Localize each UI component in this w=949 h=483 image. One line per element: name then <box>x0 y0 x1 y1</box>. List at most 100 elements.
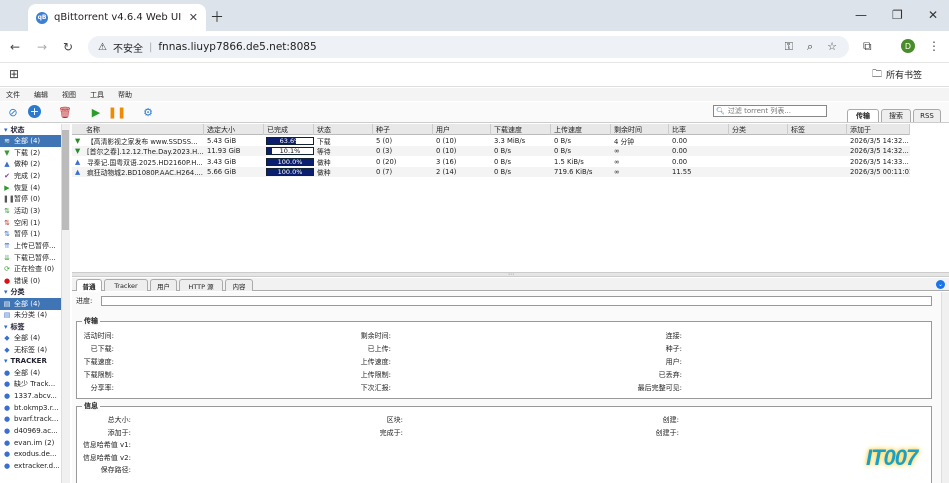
column-header-12[interactable]: 添加于 <box>847 124 910 135</box>
menu-tools[interactable]: 工具 <box>90 90 104 100</box>
sidebar-category-item-0[interactable]: ▤ 全部 (4) <box>0 297 61 310</box>
sidebar-tracker-item-3[interactable]: ● bt.okmp3.r... <box>0 402 61 414</box>
detail-tab-0[interactable]: 普通 <box>76 279 102 291</box>
cell-ratio: 11.55 <box>672 167 692 176</box>
column-header-11[interactable]: 标签 <box>788 124 847 135</box>
sidebar-scroll-thumb[interactable] <box>62 130 69 230</box>
torrent-state-icon: ▲ <box>75 157 81 166</box>
minimize-icon[interactable]: — <box>855 8 867 22</box>
splitter-grip-icon[interactable]: ⋯ <box>508 271 514 278</box>
column-header-2[interactable]: 已完成 <box>264 124 314 135</box>
tab-transfers[interactable]: 传输 <box>847 109 879 122</box>
pause-icon[interactable]: ❚❚ <box>108 105 126 119</box>
cell-dl: 0 B/s <box>494 147 511 156</box>
extensions-icon[interactable]: ⧉ <box>863 39 872 54</box>
add-torrent-icon[interactable]: + <box>28 105 41 118</box>
column-header-7[interactable]: 上传速度 <box>551 124 611 135</box>
sidebar-status-item-icon: ▶ <box>4 183 10 192</box>
menu-file[interactable]: 文件 <box>6 90 20 100</box>
cell-tags <box>788 136 847 146</box>
column-header-5[interactable]: 用户 <box>433 124 491 135</box>
separator: | <box>148 41 153 53</box>
reload-icon[interactable]: ↻ <box>63 40 73 54</box>
menu-kebab-icon[interactable]: ⋮ <box>928 39 940 53</box>
cell-seeds: 5 (0) <box>376 137 393 145</box>
star-icon[interactable]: ☆ <box>827 40 837 54</box>
sidebar-tracker-item-icon: ● <box>3 415 11 424</box>
bookmarks-bar <box>0 63 949 87</box>
cell-eta: ∞ <box>614 167 620 176</box>
detail-label: 信息哈希值 v2: <box>82 453 131 462</box>
column-header-6[interactable]: 下载速度 <box>491 124 551 135</box>
tab-title: qBittorrent v4.6.4 Web UI <box>54 12 182 23</box>
restore-icon[interactable]: ❐ <box>892 8 903 22</box>
status-header[interactable]: ▾ 状态 <box>0 124 70 135</box>
sidebar-category-item-1[interactable]: ▤ 未分类 (4) <box>0 310 61 322</box>
detail-tab-2[interactable]: 用户 <box>150 279 177 291</box>
column-header-8[interactable]: 剩余时间 <box>611 124 669 135</box>
category-header[interactable]: ▾ 分类 <box>0 287 70 298</box>
sidebar-status-item-9[interactable]: ⇈ 上传已暂停... <box>0 240 61 252</box>
column-header-0[interactable]: 名称 <box>72 124 204 135</box>
detail-tab-1[interactable]: Tracker <box>104 279 148 291</box>
omnibox[interactable]: ⚠ 不安全 | fnnas.liuyp7866.de5.net:8085 ⚿ ⌕… <box>88 36 849 58</box>
cell-size: 3.43 GiB <box>207 157 237 166</box>
detail-tab-4[interactable]: 内容 <box>225 279 253 291</box>
column-header-1[interactable]: 选定大小 <box>204 124 264 135</box>
browser-tab[interactable]: qB qBittorrent v4.6.4 Web UI ✕ <box>28 4 206 31</box>
sidebar-status-item-icon: ⇅ <box>4 230 10 239</box>
sidebar-status-item-6[interactable]: ⇅ 活动 (3) <box>0 205 61 217</box>
back-icon[interactable]: ← <box>10 40 20 54</box>
sidebar-status-item-11[interactable]: ⟳ 正在检查 (0) <box>0 264 61 276</box>
close-window-icon[interactable]: ✕ <box>928 8 938 22</box>
cell-eta: ∞ <box>614 157 620 166</box>
column-header-4[interactable]: 种子 <box>373 124 433 135</box>
resume-icon[interactable]: ▶ <box>89 105 103 119</box>
security-label[interactable]: 不安全 <box>113 40 143 55</box>
table-row[interactable]: ▲ 疯狂动物城2.BD1080P.AAC.H264.... 5.66 GiB 100.… <box>72 166 910 177</box>
sidebar-status-item-0[interactable]: ≋ 全部 (4) <box>0 135 61 147</box>
menu-view[interactable]: 视图 <box>62 90 76 100</box>
sidebar-status-item-8[interactable]: ⇅ 暂停 (1) <box>0 229 61 241</box>
sidebar-status-item-5[interactable]: ❚❚ 暂停 (0) <box>0 193 61 205</box>
add-link-icon[interactable]: ⊘ <box>6 105 20 119</box>
cell-ul: 0 B/s <box>554 147 571 156</box>
tab-rss[interactable]: RSS <box>913 109 941 122</box>
column-header-9[interactable]: 比率 <box>669 124 729 135</box>
key-icon[interactable]: ⚿ <box>785 40 793 54</box>
close-tab-icon[interactable]: ✕ <box>189 11 198 24</box>
sidebar-status-item-icon: ▲ <box>4 160 10 169</box>
menu-help[interactable]: 帮助 <box>118 90 132 100</box>
progress-text: 63.6% <box>279 137 301 145</box>
sidebar-status-item-2[interactable]: ▲ 做种 (2) <box>0 158 61 170</box>
collapse-detail-icon[interactable]: ⌄ <box>936 280 945 289</box>
detail-tab-3[interactable]: HTTP 源 <box>179 279 223 291</box>
menu-edit[interactable]: 编辑 <box>34 90 48 100</box>
options-gear-icon[interactable]: ⚙ <box>141 105 155 119</box>
column-header-10[interactable]: 分类 <box>729 124 788 135</box>
table-row[interactable]: ▼ [首尔之春].12.12.The.Day.2023.H... 11.93 GiB… <box>72 146 910 157</box>
delete-icon[interactable]: 🗑 <box>58 105 72 119</box>
url-text[interactable]: fnnas.liuyp7866.de5.net:8085 <box>158 41 316 53</box>
all-bookmarks-link[interactable]: 所有书签 <box>886 68 922 81</box>
column-header-3[interactable]: 状态 <box>314 124 373 135</box>
table-row[interactable]: ▼ 【高清影视之家发布 www.SSDSS... 5.43 GiB 63.6% 下载 5 … <box>72 136 910 146</box>
sidebar-status-item-label: 暂停 (1) <box>14 230 41 239</box>
detail-label: 连接: <box>665 332 682 340</box>
forward-icon[interactable]: → <box>37 40 47 54</box>
new-tab-button[interactable]: ＋ <box>210 7 224 27</box>
apps-grid-icon[interactable]: ⊞ <box>9 67 19 81</box>
sidebar-status-item-4[interactable]: ▶ 恢复 (4) <box>0 182 61 194</box>
sidebar-status-item-1[interactable]: ▼ 下载 (2) <box>0 147 61 159</box>
sidebar-status-item-3[interactable]: ✔ 完成 (2) <box>0 170 61 182</box>
torrent-filter-input[interactable]: 🔍︎ 过滤 torrent 列表... <box>713 105 827 117</box>
detail-scrollbar[interactable] <box>941 292 949 483</box>
zoom-icon[interactable]: ⌕ <box>807 40 813 54</box>
profile-avatar[interactable]: D <box>901 39 915 53</box>
progress-label: 进度: <box>76 297 93 305</box>
tab-search[interactable]: 搜索 <box>881 109 911 122</box>
table-row[interactable]: ▲ 寻秦记.国粤双语.2025.HD2160P.H... 3.43 GiB 100.0… <box>72 156 910 167</box>
sidebar-status-item-10[interactable]: ⇊ 下载已暂停... <box>0 252 61 264</box>
sidebar-status-item-12[interactable]: ● 错误 (0) <box>0 275 61 287</box>
sidebar-status-item-7[interactable]: ⇅ 空闲 (1) <box>0 217 61 229</box>
